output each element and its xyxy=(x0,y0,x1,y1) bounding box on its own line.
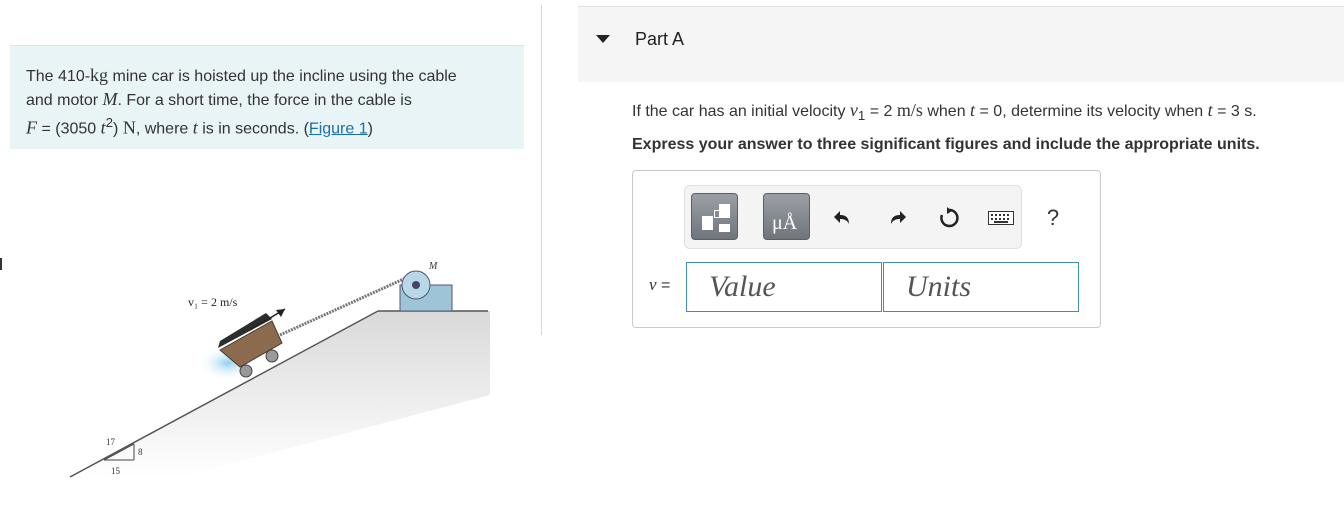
keyboard-button[interactable] xyxy=(985,202,1017,234)
left-edge-mark xyxy=(0,258,2,270)
units-icon: μÅ xyxy=(772,212,798,234)
help-icon: ? xyxy=(1046,205,1060,230)
incline-slope xyxy=(70,311,490,477)
part-title: Part A xyxy=(635,29,685,49)
question-text: If the car has an initial velocity v1 = … xyxy=(632,100,1257,124)
slope-rise-label: 8 xyxy=(138,447,143,457)
instruction-text: Express your answer to three significant… xyxy=(632,136,1260,153)
templates-button[interactable] xyxy=(691,193,738,240)
answer-box: μÅ ? v = Value Units xyxy=(632,170,1101,328)
answer-variable-label: v = xyxy=(649,275,671,294)
column-divider xyxy=(541,5,542,335)
reset-button[interactable] xyxy=(933,202,965,234)
redo-icon xyxy=(891,211,906,224)
motor-label: M xyxy=(428,261,438,272)
problem-line-3: F = (3050 t2) N, where t is in seconds. … xyxy=(26,115,373,138)
figure-link[interactable]: Figure 1 xyxy=(309,120,368,137)
slope-hyp-label: 17 xyxy=(106,437,116,447)
undo-icon xyxy=(834,211,849,224)
caret-down-icon[interactable] xyxy=(596,35,610,43)
reset-icon xyxy=(940,207,959,228)
problem-line-1: The 410-kg mine car is hoisted up the in… xyxy=(26,65,457,85)
problem-statement: The 410-kg mine car is hoisted up the in… xyxy=(10,45,524,149)
help-button[interactable]: ? xyxy=(1037,202,1069,234)
undo-button[interactable] xyxy=(827,202,859,234)
motor xyxy=(399,270,453,312)
keyboard-icon xyxy=(988,211,1014,225)
part-a-header[interactable]: Part A xyxy=(578,6,1344,82)
units-input[interactable]: Units xyxy=(883,262,1079,312)
redo-button[interactable] xyxy=(881,202,913,234)
value-input[interactable]: Value xyxy=(686,262,882,312)
slope-run-label: 15 xyxy=(111,466,121,476)
math-toolbar: μÅ ? xyxy=(684,185,1059,249)
problem-line-2: and motor M. For a short time, the force… xyxy=(26,89,412,109)
incline-figure: M v₁ = 2 m/s 17 8 15 xyxy=(69,261,490,478)
velocity-label: v₁ = 2 m/s xyxy=(188,295,238,309)
units-button[interactable]: μÅ xyxy=(763,193,810,240)
